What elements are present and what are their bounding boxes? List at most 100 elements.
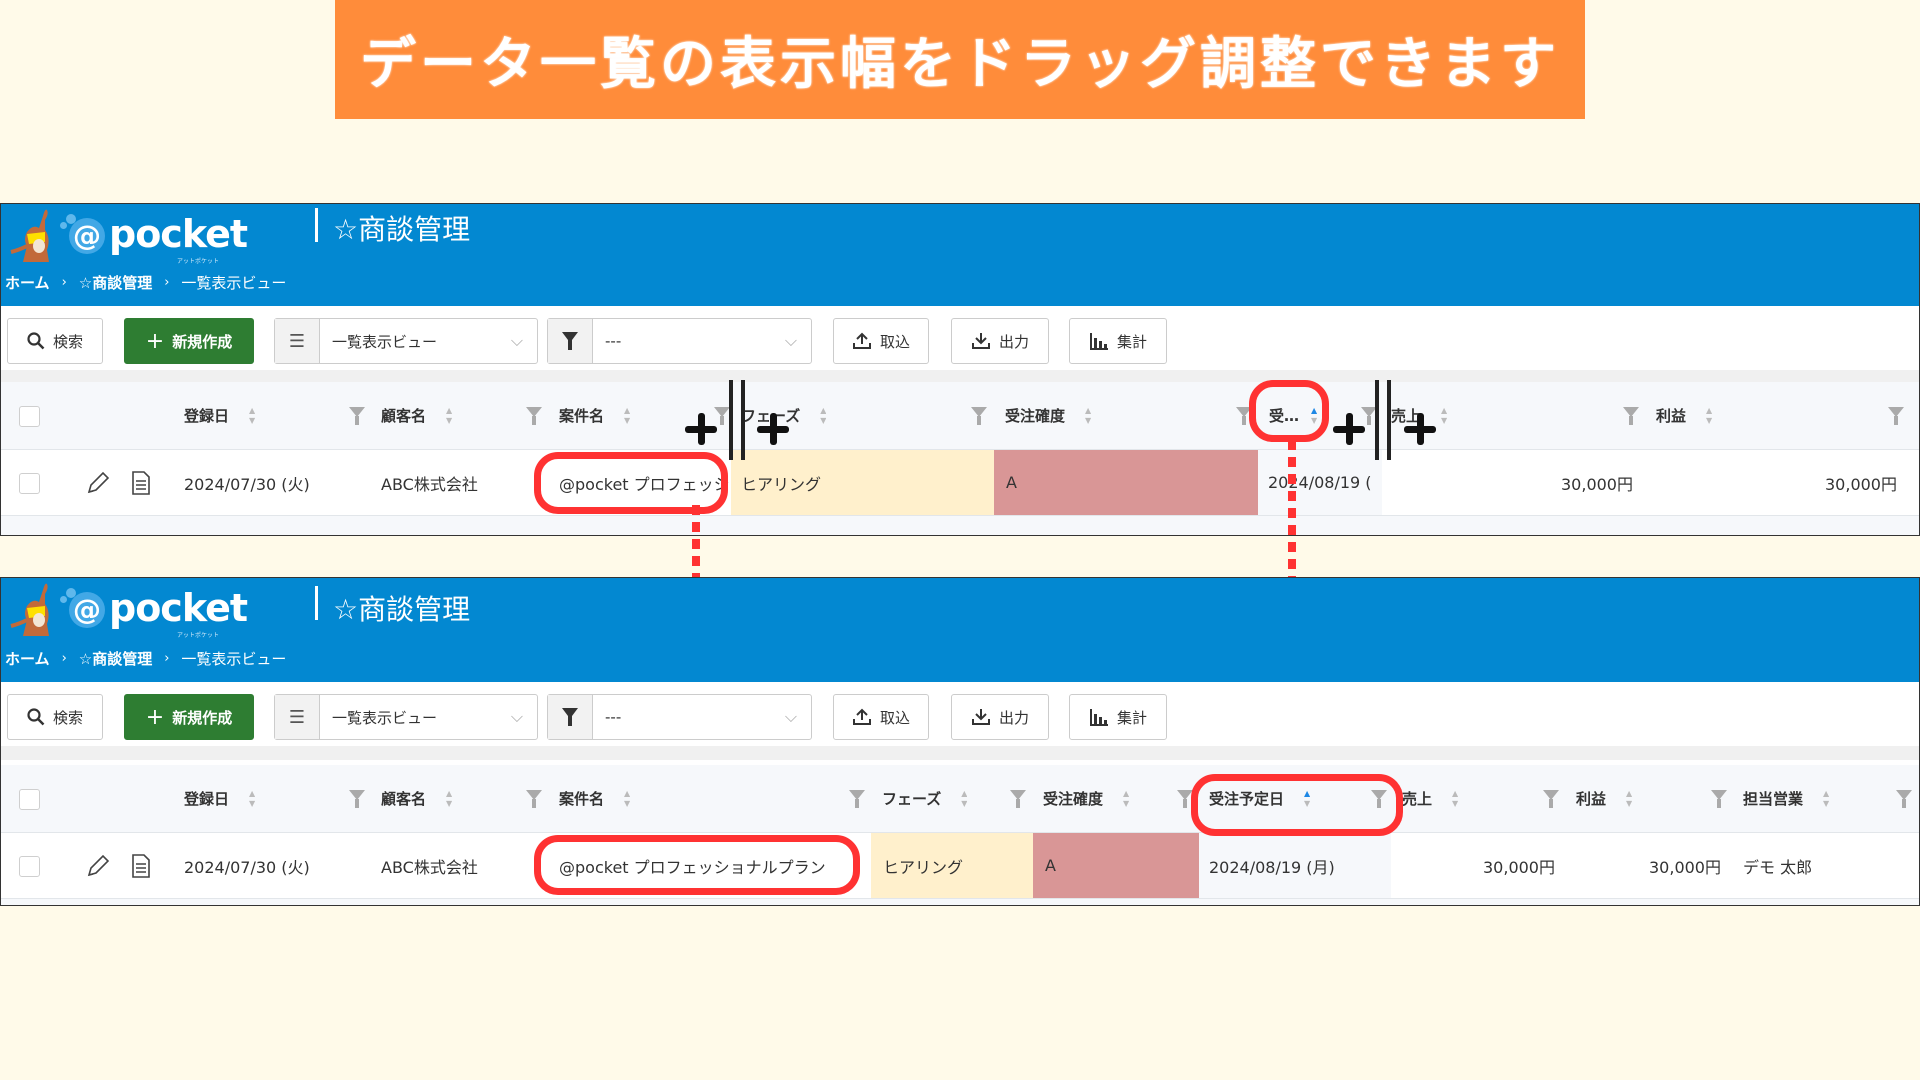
filter-select[interactable]: --- ⌵ (547, 694, 812, 740)
app-header: @ pocket アットポケット ☆商談管理 ホーム › ☆商談管理 › 一覧表… (1, 204, 1919, 306)
sort-icon[interactable]: ▲ ▼ (820, 406, 826, 426)
filter-icon (548, 695, 593, 739)
sort-icon[interactable]: ▲ ▼ (446, 789, 452, 809)
column-header-customer[interactable]: 顧客名 ▲ ▼ (381, 382, 452, 449)
new-record-label: 新規作成 (172, 708, 233, 727)
new-record-button[interactable]: + 新規作成 (124, 694, 254, 740)
column-header-registered[interactable]: 登録日 ▲ ▼ (184, 382, 255, 449)
edit-pencil-icon[interactable] (85, 470, 111, 496)
sort-icon[interactable]: ▲ ▼ (624, 789, 630, 809)
sort-icon[interactable]: ▲ ▼ (249, 789, 255, 809)
aggregate-button[interactable]: 集計 (1069, 694, 1167, 740)
list-icon: ☰ (275, 695, 320, 739)
search-button[interactable]: 検索 (7, 318, 103, 364)
breadcrumb-current: 一覧表示ビュー (181, 650, 287, 668)
breadcrumb-current: 一覧表示ビュー (181, 274, 287, 292)
filter-icon[interactable] (1888, 406, 1904, 425)
filter-icon[interactable] (1623, 406, 1639, 425)
filter-icon[interactable] (349, 406, 365, 425)
filter-select[interactable]: --- ⌵ (547, 318, 812, 364)
download-icon (971, 709, 990, 725)
export-button[interactable]: 出力 (951, 318, 1049, 364)
plus-icon: + (145, 704, 165, 730)
sort-icon[interactable]: ▲ ▼ (624, 406, 630, 426)
sort-icon[interactable]: ▲ ▼ (961, 789, 967, 809)
filter-icon[interactable] (1711, 789, 1727, 808)
table-bottom-strip (1, 899, 1919, 905)
row-checkbox[interactable] (19, 855, 40, 877)
view-select[interactable]: ☰ 一覧表示ビュー ⌵ (274, 318, 538, 364)
sort-icon[interactable]: ▲ ▼ (1706, 406, 1712, 426)
export-button[interactable]: 出力 (951, 694, 1049, 740)
cell-probability: A (994, 450, 1258, 515)
column-header-profit[interactable]: 利益 ▲ ▼ (1656, 382, 1712, 449)
download-icon (971, 333, 990, 349)
cell-phase: ヒアリング (871, 833, 1033, 898)
highlight-deal-name-after (534, 835, 860, 895)
sort-icon[interactable]: ▲ ▼ (1441, 406, 1447, 426)
search-button[interactable]: 検索 (7, 694, 103, 740)
import-label: 取込 (879, 332, 910, 351)
pocket-logo[interactable]: @ pocket アットポケット (5, 580, 248, 640)
column-header-deal-name[interactable]: 案件名 ▲ ▼ (559, 382, 630, 449)
column-header-probability[interactable]: 受注確度 ▲ ▼ (1043, 765, 1129, 832)
sort-icon[interactable]: ▲ ▼ (1823, 789, 1829, 809)
chevron-down-icon: ⌵ (784, 331, 798, 350)
filter-icon[interactable] (349, 789, 365, 808)
column-header-deal-name[interactable]: 案件名 ▲ ▼ (559, 765, 630, 832)
view-select-value: 一覧表示ビュー (332, 332, 438, 351)
edit-pencil-icon[interactable] (85, 853, 111, 879)
select-all-checkbox[interactable] (19, 788, 40, 810)
filter-icon[interactable] (1010, 789, 1026, 808)
column-header-sales[interactable]: 売上 ▲ ▼ (1402, 765, 1458, 832)
search-label: 検索 (52, 708, 83, 727)
sort-icon[interactable]: ▲ ▼ (1452, 789, 1458, 809)
page-title: ☆商談管理 (333, 213, 471, 246)
highlight-expected-date-before (1249, 380, 1329, 442)
pocket-logo[interactable]: @ pocket アットポケット (5, 206, 248, 266)
view-select[interactable]: ☰ 一覧表示ビュー ⌵ (274, 694, 538, 740)
select-all-checkbox[interactable] (19, 405, 40, 427)
column-header-probability[interactable]: 受注確度 ▲ ▼ (1005, 382, 1091, 449)
filter-icon[interactable] (526, 406, 542, 425)
column-header-customer[interactable]: 顧客名 ▲ ▼ (381, 765, 452, 832)
sort-icon[interactable]: ▲ ▼ (249, 406, 255, 426)
sort-icon[interactable]: ▲ ▼ (446, 406, 452, 426)
table-row[interactable]: 2024/07/30 (火) ABC株式会社 @pocket プロフェッショナル… (1, 833, 1919, 899)
column-header-registered[interactable]: 登録日 ▲ ▼ (184, 765, 255, 832)
cell-probability: A (1033, 833, 1199, 898)
filter-icon[interactable] (971, 406, 987, 425)
table-row[interactable]: 2024/07/30 (火) ABC株式会社 @pocket プロフェッショ ヒ… (1, 450, 1919, 516)
table-header: 登録日 ▲ ▼ 顧客名 ▲ ▼ 案件名 ▲ ▼ フェーズ ▲ ▼ 受注確度 ▲ ▼ 受… ▲ ▼ 売上 ▲… (1, 382, 1919, 450)
resize-cursor-icon (1333, 413, 1365, 445)
new-record-label: 新規作成 (172, 332, 233, 351)
aggregate-label: 集計 (1116, 708, 1147, 727)
filter-icon[interactable] (1543, 789, 1559, 808)
breadcrumb-deals[interactable]: ☆商談管理 (79, 648, 152, 669)
filter-icon[interactable] (1896, 789, 1912, 808)
document-icon[interactable] (128, 853, 154, 879)
column-header-phase[interactable]: フェーズ ▲ ▼ (882, 765, 967, 832)
filter-icon[interactable] (849, 789, 865, 808)
breadcrumb-home[interactable]: ホーム (5, 272, 50, 293)
new-record-button[interactable]: + 新規作成 (124, 318, 254, 364)
breadcrumb-deals[interactable]: ☆商談管理 (79, 272, 152, 293)
breadcrumb-home[interactable]: ホーム (5, 648, 50, 669)
kangaroo-mascot-icon (10, 583, 49, 636)
sort-icon[interactable]: ▲ ▼ (1626, 789, 1632, 809)
filter-icon[interactable] (526, 789, 542, 808)
import-button[interactable]: 取込 (833, 318, 929, 364)
row-checkbox[interactable] (19, 472, 40, 494)
sort-icon[interactable]: ▲ ▼ (1085, 406, 1091, 426)
import-button[interactable]: 取込 (833, 694, 929, 740)
aggregate-button[interactable]: 集計 (1069, 318, 1167, 364)
sort-icon[interactable]: ▲ ▼ (1123, 789, 1129, 809)
breadcrumb: ホーム › ☆商談管理 › 一覧表示ビュー (5, 648, 286, 669)
column-header-profit[interactable]: 利益 ▲ ▼ (1576, 765, 1632, 832)
cell-customer: ABC株式会社 (381, 857, 478, 877)
document-icon[interactable] (128, 470, 154, 496)
breadcrumb-separator: › (61, 651, 67, 666)
cell-owner: デモ 太郎 (1743, 857, 1813, 877)
search-label: 検索 (52, 332, 83, 351)
column-header-owner[interactable]: 担当営業 ▲ ▼ (1743, 765, 1829, 832)
